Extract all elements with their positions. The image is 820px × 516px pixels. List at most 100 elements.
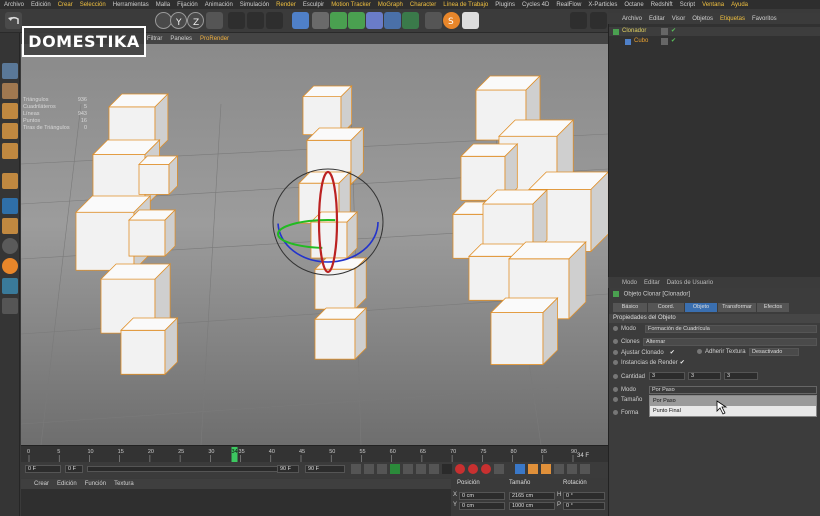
grid-icon[interactable] [2,298,18,314]
object-row[interactable]: Cubo ✔ [609,37,820,46]
tab-objeto[interactable]: Objeto [685,303,717,312]
count-z-field[interactable]: 3 [724,372,758,380]
menu-item-6[interactable]: Fijación [177,2,198,8]
cube-clone[interactable] [128,209,177,258]
scale-key-icon[interactable] [528,464,538,474]
menu-item-20[interactable]: Redshift [651,2,673,8]
record-icon[interactable] [455,464,465,474]
option-punto-final[interactable]: Punto Final [650,406,816,416]
timeline[interactable]: 0 5 10 15 20 25 30 35 40 45 50 55 60 65 70 75 80 85 90 34 34… [21,445,608,462]
menu-item-19[interactable]: Octane [624,2,643,8]
pla-key-icon[interactable] [567,464,577,474]
material-manager[interactable] [21,489,451,516]
menu-item-21[interactable]: Script [680,2,695,8]
render-view-icon[interactable] [228,12,245,29]
floor-icon[interactable] [384,12,401,29]
tab-efectos[interactable]: Efectos [757,303,789,312]
undo-icon[interactable] [5,12,22,29]
menu-item-14[interactable]: Línea de Trabajo [443,2,488,8]
enable-check-icon[interactable]: ✔ [671,27,676,34]
cube-clone[interactable] [120,317,179,376]
start-frame-field[interactable]: 0 F [25,465,61,473]
render-instances-checkbox[interactable]: ✔ [680,360,685,366]
attr-menu-item-2[interactable]: Datos de Usuario [667,280,713,286]
object-menu-item-2[interactable]: Visor [672,16,686,22]
menu-item-5[interactable]: Malla [156,2,170,8]
object-menu-item-3[interactable]: Objetos [692,16,713,22]
count-y-field[interactable]: 3 [688,372,721,380]
mode2-dropdown[interactable]: Por Paso [649,386,817,394]
current-frame-field[interactable]: 34 F [577,453,589,459]
range-slider[interactable] [87,466,299,472]
prev-frame-icon[interactable] [377,464,387,474]
param-key-icon[interactable] [554,464,564,474]
coord-rotation-field[interactable]: 0 ° [563,492,605,500]
count-x-field[interactable]: 3 [649,372,685,380]
coord-position-field[interactable]: 0 cm [459,492,505,500]
clones-dropdown[interactable]: Alternar [643,338,817,346]
pen-spline-icon[interactable] [312,12,329,29]
coord-rotation-field[interactable]: 0 ° [563,502,605,510]
menu-item-18[interactable]: X-Particles [588,2,617,8]
scene-icon[interactable] [402,12,419,29]
menu-item-8[interactable]: Simulación [240,2,269,8]
render-picture-viewer-icon[interactable] [247,12,264,29]
menu-item-17[interactable]: RealFlow [556,2,581,8]
subdivision-icon[interactable] [330,12,347,29]
material-menu-item-3[interactable]: Textura [114,481,134,487]
menu-item-9[interactable]: Render [276,2,296,8]
keyframe-selection-icon[interactable] [481,464,491,474]
menu-item-22[interactable]: Ventana [702,2,724,8]
viewport-menu-item-1[interactable]: Paneles [170,36,192,42]
prev-key-icon[interactable] [364,464,374,474]
menu-item-10[interactable]: Esculpir [303,2,324,8]
range-end-field[interactable]: 90 F [277,465,299,473]
enable-axis-icon[interactable] [2,173,18,189]
magnet-icon[interactable] [2,258,18,274]
cube-clone[interactable] [138,155,179,196]
next-key-icon[interactable] [416,464,426,474]
cube-clone[interactable] [310,211,359,260]
autokey-icon[interactable] [468,464,478,474]
workplane-icon[interactable] [2,278,18,294]
y-axis-icon[interactable]: Y [170,12,187,29]
s-plugin-icon[interactable]: S [443,12,460,29]
fix-texture-dropdown[interactable]: Desactivado [749,348,799,356]
coordinate-system-icon[interactable] [206,12,223,29]
last-frame-icon[interactable] [429,464,439,474]
visibility-icon[interactable] [661,38,668,45]
gear-icon[interactable] [590,12,607,29]
attr-menu-item-1[interactable]: Editar [644,280,660,286]
material-menu-item-2[interactable]: Función [85,481,106,487]
fix-clone-checkbox[interactable]: ✔ [670,350,675,356]
cloner-icon[interactable] [348,12,365,29]
menu-item-13[interactable]: Character [410,2,436,8]
rotate-key-icon[interactable] [541,464,551,474]
texture-mode-icon[interactable] [2,83,18,99]
object-menu-item-1[interactable]: Editar [649,16,665,22]
attr-menu-item-0[interactable]: Modo [622,280,637,286]
play-icon[interactable] [390,464,400,474]
goz-icon[interactable] [462,12,479,29]
end-frame-field[interactable]: 90 F [305,465,345,473]
menu-item-11[interactable]: Motion Tracker [331,2,371,8]
menu-item-7[interactable]: Animación [205,2,233,8]
range-start-field[interactable]: 0 F [65,465,83,473]
deformer-icon[interactable] [366,12,383,29]
mode-dropdown[interactable]: Formación de Cuadrícula [645,325,817,333]
next-frame-icon[interactable] [403,464,413,474]
viewport-menu-item-0[interactable]: Filtrar [147,36,162,42]
material-menu-item-1[interactable]: Edición [57,481,77,487]
object-list[interactable]: Clonador ✔ Cubo ✔ [608,24,820,277]
menu-item-12[interactable]: MoGraph [378,2,403,8]
light-icon[interactable] [425,12,442,29]
cube-primitive-icon[interactable] [292,12,309,29]
tweak-icon[interactable] [2,198,18,214]
first-frame-icon[interactable] [351,464,361,474]
timeline-ruler[interactable]: 0 5 10 15 20 25 30 35 40 45 50 55 60 65 70 75 80 85 903434… [21,446,608,463]
timeline-menu-icon[interactable] [580,464,590,474]
move-key-icon[interactable] [515,464,525,474]
menu-item-4[interactable]: Herramientas [113,2,149,8]
clapper-icon[interactable] [570,12,587,29]
viewport-menu-item-2[interactable]: ProRender [200,36,229,42]
